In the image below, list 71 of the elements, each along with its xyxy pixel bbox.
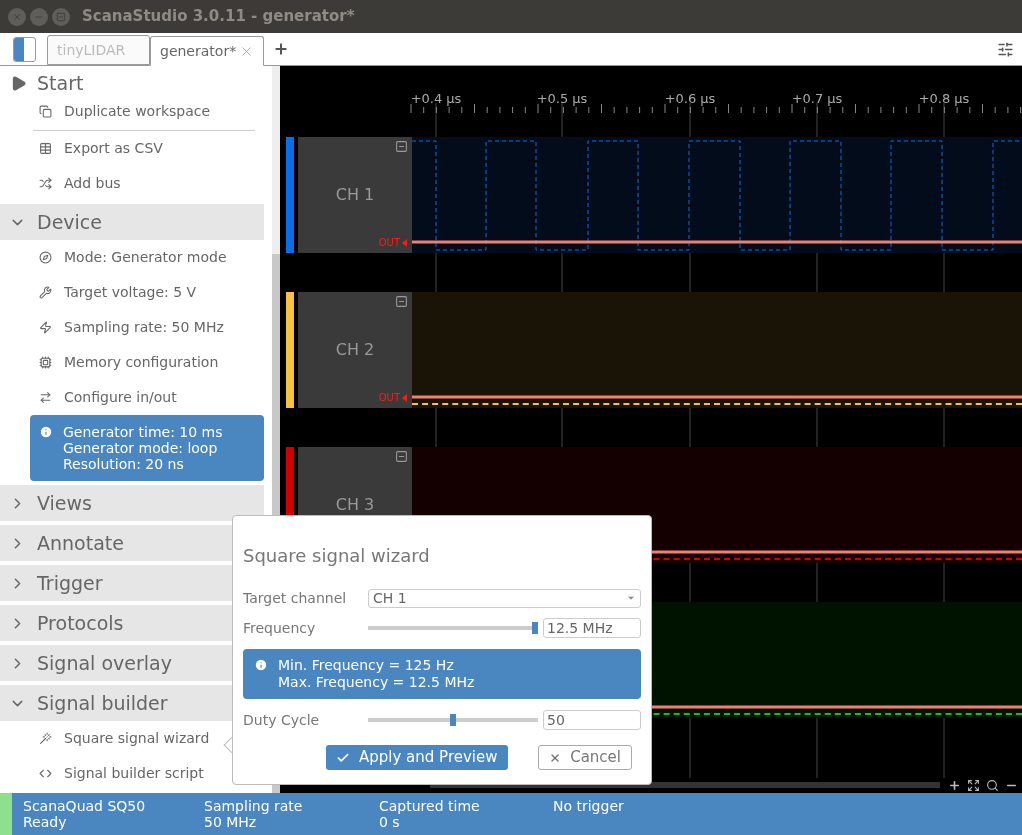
menu-item[interactable]: Export as CSV xyxy=(0,131,264,166)
zoom-in-icon[interactable] xyxy=(948,778,961,792)
slider[interactable] xyxy=(368,714,538,726)
status-text: Captured time xyxy=(379,798,481,814)
info-icon xyxy=(254,658,268,672)
menu-item[interactable]: Target voltage: 5 V xyxy=(0,275,264,310)
code-icon xyxy=(39,767,52,780)
settings-icon[interactable] xyxy=(997,40,1014,58)
menu-item[interactable]: Mode: Generator mode xyxy=(0,240,264,275)
apply-button[interactable]: Apply and Preview xyxy=(326,745,508,770)
window-title: ScanaStudio 3.0.11 - generator* xyxy=(82,6,355,28)
value-field[interactable]: 12.5 MHz xyxy=(543,618,641,638)
close-icon xyxy=(549,751,562,764)
channel-direction: OUT xyxy=(378,390,407,405)
wrench-icon xyxy=(39,286,52,299)
status-text: No trigger xyxy=(553,798,625,814)
search-icon[interactable] xyxy=(986,778,999,792)
menu-item[interactable]: Duplicate workspace xyxy=(0,98,264,124)
channel-name: CH 1 xyxy=(335,184,375,206)
section-header[interactable]: Start xyxy=(37,68,84,98)
info-text: Generator time: 10 ms xyxy=(63,424,223,440)
tab[interactable]: generator* xyxy=(150,36,265,66)
fit-icon[interactable] xyxy=(967,778,980,792)
status-indicator xyxy=(0,793,12,835)
section-header[interactable]: Device xyxy=(0,204,264,240)
status-text: 0 s xyxy=(379,814,401,830)
status-text: 50 MHz xyxy=(204,814,258,830)
info-text: Generator mode: loop xyxy=(63,440,219,456)
menu-item[interactable]: Memory configuration xyxy=(0,345,264,380)
time-label: +0.4 µs xyxy=(410,90,462,108)
time-label: +0.6 µs xyxy=(664,90,716,108)
collapse-icon[interactable] xyxy=(395,140,408,153)
section-header[interactable]: Views xyxy=(0,485,264,521)
menu-item[interactable]: Sampling rate: 50 MHz xyxy=(0,310,264,345)
value-field[interactable]: 50 xyxy=(543,710,641,730)
status-text: ScanaQuad SQ50 xyxy=(23,798,147,814)
copy-icon xyxy=(39,104,52,118)
lightning-icon xyxy=(39,321,52,334)
status-text: Ready xyxy=(23,814,68,830)
collapse-icon[interactable] xyxy=(395,295,408,308)
channel-label-box[interactable]: CH 2 OUT xyxy=(298,292,412,408)
status-text: Sampling rate xyxy=(204,798,304,814)
info-text: Max. Frequency = 12.5 MHz xyxy=(278,674,475,691)
collapse-icon[interactable] xyxy=(395,450,408,463)
slider[interactable] xyxy=(368,622,538,634)
channel-select[interactable]: CH 1 xyxy=(368,588,641,608)
info-icon xyxy=(39,425,53,439)
arrows-icon xyxy=(39,391,52,404)
channel-name: CH 3 xyxy=(335,494,375,516)
time-label: +0.8 µs xyxy=(918,90,970,108)
info-text: Resolution: 20 ns xyxy=(63,456,185,472)
chip-icon xyxy=(39,356,52,369)
table-icon xyxy=(39,142,52,155)
channel-direction: OUT xyxy=(378,235,407,250)
time-label: +0.5 µs xyxy=(536,90,588,108)
slider-thumb[interactable] xyxy=(532,622,538,634)
compass-icon xyxy=(39,251,52,264)
play-icon xyxy=(10,74,27,92)
time-label: +0.7 µs xyxy=(791,90,843,108)
sidebar-toggle-icon[interactable] xyxy=(13,36,36,62)
caret-icon xyxy=(626,593,636,603)
shuffle-icon xyxy=(39,177,52,190)
channel-label-box[interactable]: CH 1 OUT xyxy=(298,137,412,253)
cancel-button[interactable]: Cancel xyxy=(538,745,632,770)
wand-icon xyxy=(39,732,52,745)
info-text: Min. Frequency = 125 Hz xyxy=(278,657,455,674)
menu-item[interactable]: Add bus xyxy=(0,166,264,201)
channel-name: CH 2 xyxy=(335,339,375,361)
slider-thumb[interactable] xyxy=(450,714,456,726)
menu-item[interactable]: Configure in/out xyxy=(0,380,264,415)
menu-item[interactable]: Signal builder script xyxy=(0,756,264,791)
